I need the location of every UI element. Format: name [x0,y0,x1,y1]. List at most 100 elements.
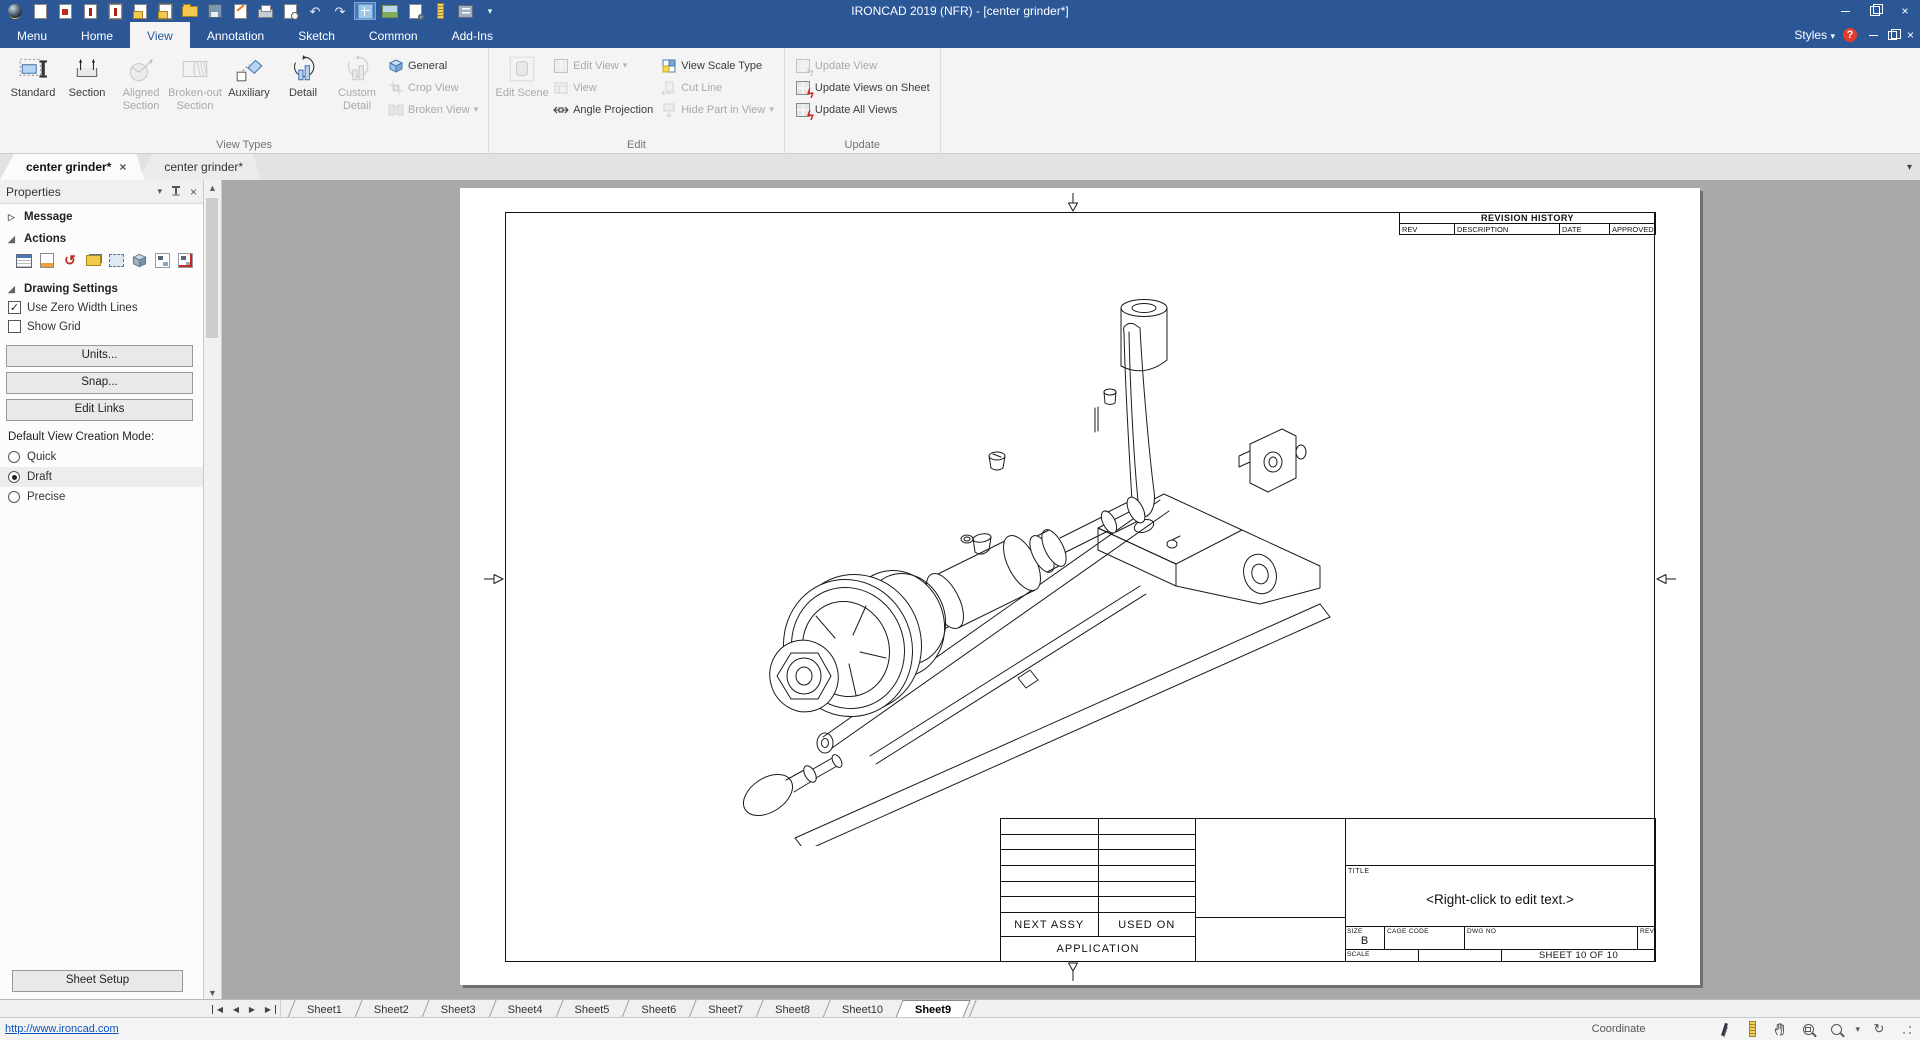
new-document-icon[interactable] [29,2,51,20]
sheet-tab-10[interactable]: Sheet10 [826,1000,899,1018]
assembly-drawing-svg[interactable] [720,286,1360,846]
checkbox-unchecked-icon[interactable] [8,320,21,333]
prev-sheet-icon[interactable]: ◀ [229,1005,243,1014]
bom-table-icon[interactable] [14,251,34,270]
sheet-tab-6[interactable]: Sheet6 [625,1000,692,1018]
import-file-icon[interactable] [129,2,151,20]
tab-common[interactable]: Common [352,22,435,48]
doc-close-button[interactable]: × [1907,28,1914,42]
sheet-setup-button[interactable]: Sheet Setup [12,970,183,992]
drawing-sheet[interactable]: REVISION HISTORY REV DESCRIPTION DATE AP… [460,188,1700,985]
open-file-icon[interactable] [179,2,201,20]
sheet-tab-7[interactable]: Sheet7 [692,1000,759,1018]
detail-view-button[interactable]: Detail [276,51,330,136]
sheet-tab-1[interactable]: Sheet1 [291,1000,358,1018]
measure-ruler-icon[interactable] [429,2,451,20]
next-sheet-icon[interactable]: ▶ [245,1005,259,1014]
scroll-up-icon[interactable]: ▲ [204,180,221,195]
radio-draft-row[interactable]: Draft [0,467,203,487]
styles-dropdown[interactable]: Styles ▾ [1794,28,1835,42]
sheet-tab-9-active[interactable]: Sheet9 [899,1000,967,1018]
tab-home[interactable]: Home [64,22,130,48]
doc-restore-button[interactable] [1888,31,1897,40]
panel-menu-caret-icon[interactable]: ▾ [157,186,162,197]
new-part-icon[interactable] [79,2,101,20]
close-button[interactable]: × [1890,0,1920,22]
sheet-tab-4[interactable]: Sheet4 [492,1000,559,1018]
edit-scene-button[interactable]: Edit Scene [495,51,549,136]
update-reset-icon[interactable]: ↺ [60,251,80,270]
tab-view[interactable]: View [130,22,190,48]
export-file-icon[interactable] [154,2,176,20]
new-assembly-icon[interactable] [104,2,126,20]
print-preview-icon[interactable] [279,2,301,20]
drawing-title-text[interactable]: <Right-click to edit text.> [1345,892,1655,907]
rotate-view-icon[interactable]: ↻ [1870,1021,1888,1037]
broken-view-button[interactable]: Broken View ▾ [388,101,478,118]
pin-icon[interactable] [171,186,181,198]
general-view-button[interactable]: General [388,57,478,74]
zoom-icon[interactable] [1827,1021,1845,1037]
update-all-views-button[interactable]: ϟ Update All Views [795,101,930,118]
sheet-tab-8[interactable]: Sheet8 [759,1000,826,1018]
radio-draft-selected[interactable] [8,471,20,483]
edit-links-button[interactable]: Edit Links [6,399,193,421]
structure-tree-icon[interactable] [152,251,172,270]
view-scale-type-button[interactable]: View Scale Type [661,57,774,74]
actions-section-header[interactable]: ◢ Actions [0,226,203,248]
angle-projection-button[interactable]: Angle Projection [553,101,653,118]
print-icon[interactable] [254,2,276,20]
pan-hand-icon[interactable] [1771,1021,1789,1037]
document-tab-active[interactable]: center grinder* × [0,154,144,180]
auxiliary-view-button[interactable]: Auxiliary [222,51,276,136]
new-drawing-icon[interactable] [54,2,76,20]
radio-quick[interactable] [8,451,20,463]
document-tab-inactive[interactable]: center grinder* [138,154,261,180]
doc-minimize-button[interactable] [1869,35,1878,36]
aligned-section-button[interactable]: Aligned Section [114,51,168,136]
show-grid-row[interactable]: Show Grid [0,317,203,336]
broken-out-section-button[interactable]: Broken-out Section [168,51,222,136]
units-button[interactable]: Units... [6,345,193,367]
render-mode-icon[interactable] [354,2,376,20]
section-view-button[interactable]: Section [60,51,114,136]
options-list-icon[interactable] [454,2,476,20]
checkbox-checked-icon[interactable]: ✓ [8,301,21,314]
zoom-options-caret-icon[interactable]: ▾ [1855,1024,1860,1035]
edit-document-icon[interactable] [229,2,251,20]
crop-view-button[interactable]: Crop View [388,79,478,96]
tab-annotation[interactable]: Annotation [190,22,281,48]
scene-image-icon[interactable] [379,2,401,20]
undo-icon[interactable]: ↶ [304,2,326,20]
resize-grip[interactable] [1900,1023,1912,1035]
drawing-report-icon[interactable] [37,251,57,270]
update-view-button[interactable]: ϟ Update View [795,57,930,74]
panel-close-icon[interactable]: × [190,185,197,199]
save-icon[interactable] [204,2,226,20]
scroll-down-icon[interactable]: ▼ [204,985,221,1000]
cut-line-button[interactable]: Cut Line [661,79,774,96]
standard-view-button[interactable]: Standard [6,51,60,136]
measure-ruler-icon[interactable] [1743,1021,1761,1037]
radio-precise[interactable] [8,491,20,503]
custom-detail-button[interactable]: Custom Detail [330,51,384,136]
coordinate-tool-icon[interactable] [1715,1021,1733,1037]
update-views-on-sheet-button[interactable]: ϟ Update Views on Sheet [795,79,930,96]
message-section-header[interactable]: ▷ Message [0,204,203,226]
vertical-scrollbar[interactable]: ▲ ▼ [204,180,222,1000]
ironcad-logo-icon[interactable] [4,2,26,20]
export-drawing-icon[interactable] [83,251,103,270]
document-close-icon[interactable]: × [119,160,126,174]
radio-quick-row[interactable]: Quick [0,447,203,467]
ironcad-link[interactable]: http://www.ironcad.com [0,1023,119,1035]
document-properties-icon[interactable] [404,2,426,20]
document-list-caret-icon[interactable]: ▾ [1907,162,1920,173]
view-button[interactable]: View [553,79,653,96]
tab-sketch[interactable]: Sketch [281,22,352,48]
snap-button[interactable]: Snap... [6,372,193,394]
hide-entity-icon[interactable] [175,251,195,270]
edit-view-button[interactable]: Edit View ▾ [553,57,653,74]
sheet-tab-5[interactable]: Sheet5 [559,1000,626,1018]
view-box-icon[interactable] [106,251,126,270]
last-sheet-icon[interactable]: ▶ [261,1005,276,1014]
